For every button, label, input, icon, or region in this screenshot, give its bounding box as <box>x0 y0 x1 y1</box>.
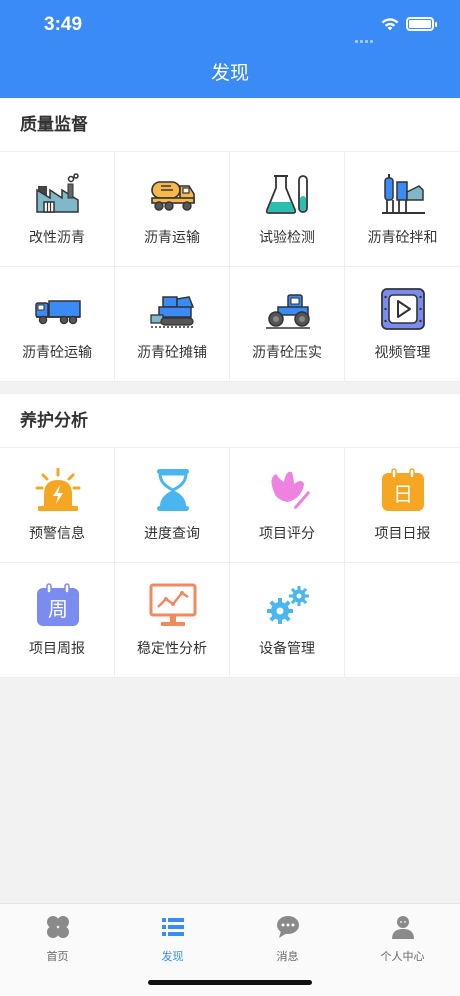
grid-item-project-weekly[interactable]: 周 项目周报 <box>0 563 115 678</box>
grid-item-project-daily[interactable]: 日 项目日报 <box>345 448 460 563</box>
wifi-icon <box>381 18 399 31</box>
person-icon <box>391 916 414 939</box>
section-maintenance-analysis: 养护分析 预警信息 进度查询 项目评分 日 项目日报 周 项目周报 稳定性分析 … <box>0 394 460 678</box>
grid-item-concrete-compaction[interactable]: 沥青砼压实 <box>230 267 345 382</box>
status-time: 3:49 <box>44 14 83 35</box>
list-icon <box>161 918 184 936</box>
grid-item-label: 试验检测 <box>259 230 315 246</box>
tab-home[interactable]: 首页 <box>0 910 115 966</box>
section-title: 养护分析 <box>0 394 460 448</box>
paver-icon <box>149 287 197 331</box>
battery-icon <box>406 17 437 31</box>
grid-item-label: 进度查询 <box>144 526 200 542</box>
quality-grid: 改性沥青 沥青运输 试验检测 沥青砼拌和 沥青砼运输 沥青砼摊铺 沥青砼压实 视… <box>0 152 460 382</box>
grid-item-label: 项目周报 <box>29 641 85 657</box>
home-indicator[interactable] <box>148 980 312 985</box>
tab-discover[interactable]: 发现 <box>115 910 230 966</box>
tab-label: 发现 <box>161 950 184 963</box>
grid-item-warning-info[interactable]: 预警信息 <box>0 448 115 563</box>
grid-item-stability-analysis[interactable]: 稳定性分析 <box>115 563 230 678</box>
section-quality-supervision: 质量监督 改性沥青 沥青运输 试验检测 沥青砼拌和 沥青砼运输 沥青砼摊铺 沥青… <box>0 98 460 382</box>
grid-item-lab-testing[interactable]: 试验检测 <box>230 152 345 267</box>
grid-item-label: 视频管理 <box>374 345 431 361</box>
grid-item-equipment-management[interactable]: 设备管理 <box>230 563 345 678</box>
grid-item-video-management[interactable]: 视频管理 <box>345 267 460 382</box>
tab-label: 首页 <box>46 950 69 963</box>
status-bar: 3:49 <box>0 0 460 50</box>
page-title: 发现 <box>210 62 249 84</box>
grid-item-label: 稳定性分析 <box>137 641 207 657</box>
grid-item-label: 预警信息 <box>29 526 85 542</box>
grid-item-asphalt-transport[interactable]: 沥青运输 <box>115 152 230 267</box>
grid-item-modified-asphalt[interactable]: 改性沥青 <box>0 152 115 267</box>
monitor-chart-icon <box>149 583 197 627</box>
grid-item-label: 沥青砼压实 <box>252 345 322 361</box>
grid-item-label: 沥青砼运输 <box>22 345 92 361</box>
dump-truck-icon <box>34 287 82 331</box>
grid-item-label: 改性沥青 <box>29 230 85 246</box>
grid-item-label: 设备管理 <box>259 641 315 657</box>
tab-label: 消息 <box>276 950 299 963</box>
svg-text:周: 周 <box>48 597 68 621</box>
flower-pen-icon <box>264 468 312 512</box>
grid-item-asphalt-mixing[interactable]: 沥青砼拌和 <box>345 152 460 267</box>
grid-item-concrete-transport[interactable]: 沥青砼运输 <box>0 267 115 382</box>
grid-item-label: 沥青运输 <box>144 230 200 246</box>
road-roller-icon <box>264 287 312 331</box>
mixing-plant-icon <box>379 172 427 216</box>
tab-messages[interactable]: 消息 <box>230 910 345 966</box>
signal-icon <box>355 28 375 47</box>
tab-label: 个人中心 <box>380 950 425 963</box>
alarm-light-icon <box>34 468 82 512</box>
maintenance-grid: 预警信息 进度查询 项目评分 日 项目日报 周 项目周报 稳定性分析 设备管理 <box>0 448 460 678</box>
hourglass-icon <box>149 468 197 512</box>
nav-bar: 发现 <box>0 50 460 98</box>
grid-item-concrete-paving[interactable]: 沥青砼摊铺 <box>115 267 230 382</box>
weekly-calendar-icon: 周 <box>34 583 82 627</box>
grid-item-label: 沥青砼拌和 <box>367 230 438 246</box>
grid-item-project-rating[interactable]: 项目评分 <box>230 448 345 563</box>
grid-item-label: 项目日报 <box>374 526 431 542</box>
daily-calendar-icon: 日 <box>379 468 427 512</box>
gears-icon <box>264 583 312 627</box>
grid-empty-cell <box>345 563 460 678</box>
grid-item-label: 沥青砼摊铺 <box>137 345 207 361</box>
grid-item-progress-query[interactable]: 进度查询 <box>115 448 230 563</box>
svg-text:日: 日 <box>393 482 413 506</box>
video-icon <box>379 287 427 331</box>
factory-icon <box>34 172 82 216</box>
clover-icon <box>46 916 69 938</box>
tab-profile[interactable]: 个人中心 <box>345 910 460 966</box>
chat-bubble-icon <box>276 916 299 938</box>
section-title: 质量监督 <box>0 98 460 152</box>
lab-flask-icon <box>264 172 312 216</box>
tanker-truck-icon <box>149 172 197 216</box>
grid-item-label: 项目评分 <box>259 526 315 542</box>
